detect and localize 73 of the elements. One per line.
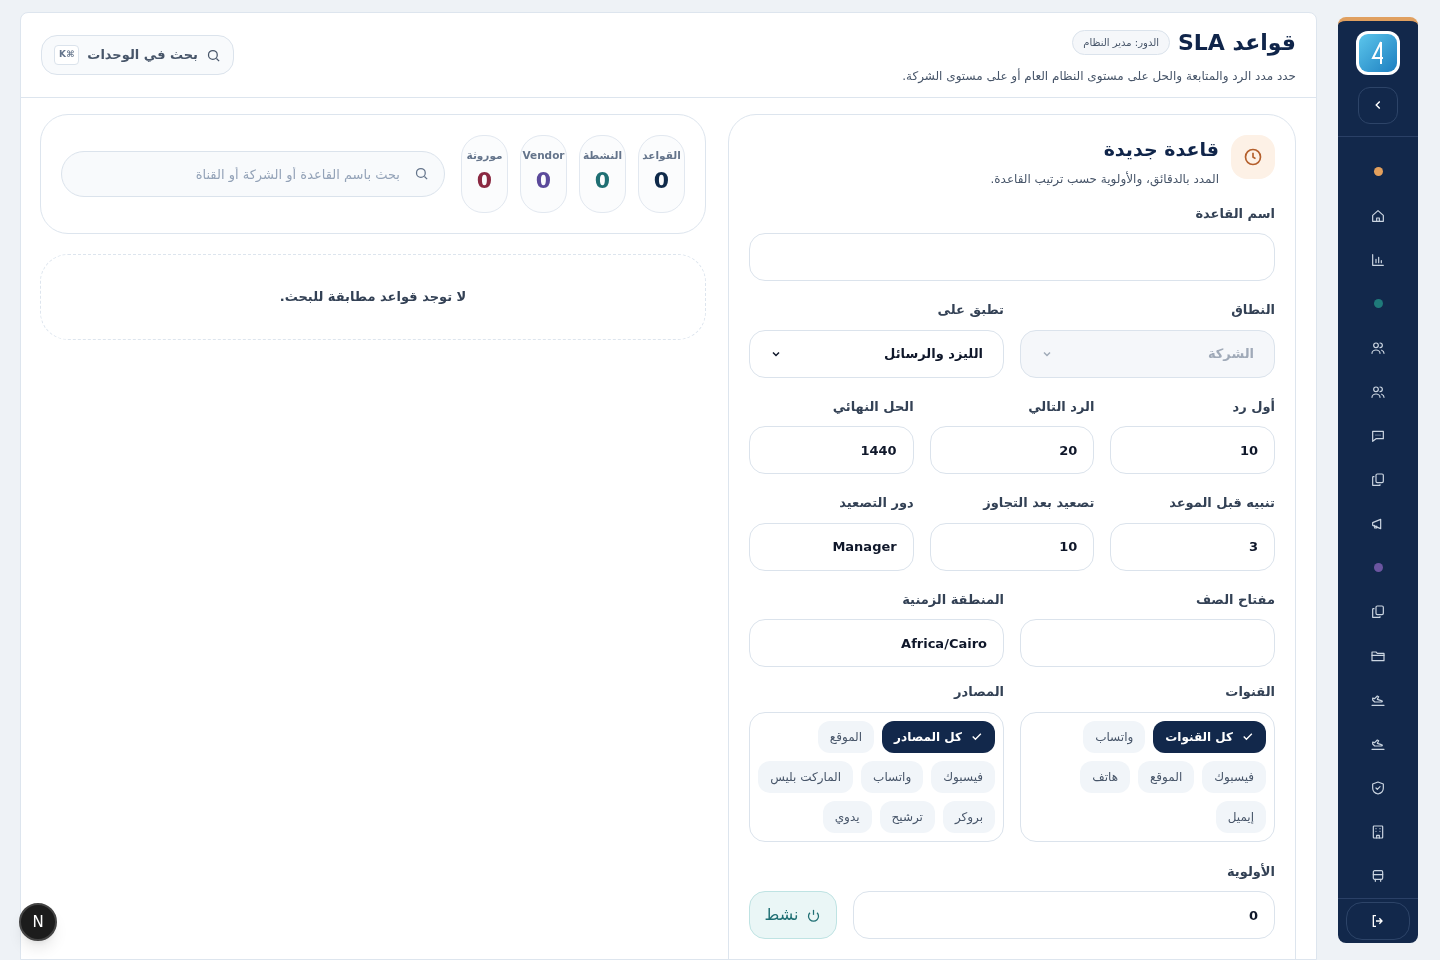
field-label: اسم القاعدة	[1194, 204, 1275, 223]
form-subtitle: المدد بالدقائق، والأولوية حسب ترتيب القاعدة.	[990, 170, 1219, 188]
field-label: تطبق على	[936, 301, 1004, 319]
form-title: قاعدة جديدة	[1102, 137, 1219, 162]
copy-icon	[1370, 603, 1386, 620]
home-icon	[1370, 207, 1386, 224]
select-field: الشركة	[1020, 329, 1275, 378]
field-label: النطاق	[1230, 301, 1275, 319]
filter-chip[interactable]: بروكر	[942, 800, 995, 833]
field-label: الحل النهائي	[831, 397, 914, 416]
field-label: الأولوية	[1226, 862, 1275, 881]
building-icon	[1370, 823, 1386, 840]
filter-chip[interactable]: الموقع	[1137, 760, 1195, 793]
stat-label: النشطة	[582, 148, 623, 163]
filter-chip[interactable]: يدوي	[822, 800, 872, 833]
input-field[interactable]: 1440	[749, 426, 914, 474]
copy-icon	[1370, 471, 1386, 488]
stat-label: موروثة	[466, 148, 503, 164]
clock-icon	[1231, 135, 1275, 179]
power-icon	[806, 907, 822, 923]
field-label: المصادر	[952, 683, 1004, 701]
filter-chip[interactable]: فيسبوك	[931, 760, 995, 793]
active-toggle-button[interactable]: نشط	[749, 891, 837, 939]
search-icon	[414, 166, 429, 181]
filter-chip[interactable]: كل المصادر	[882, 720, 995, 753]
field-label: المنطقة الزمنية	[901, 590, 1004, 609]
filter-chip[interactable]: كل القنوات	[1153, 720, 1266, 753]
input-field[interactable]	[749, 233, 1275, 281]
bus-icon	[1370, 867, 1386, 884]
filter-chip[interactable]: فيسبوك	[1202, 760, 1266, 793]
filter-chip[interactable]: واتساب	[861, 760, 924, 793]
page-subtitle: حدد مدد الرد والمتابعة والحل على مستوى النظام العام أو على مستوى الشركة.	[902, 67, 1296, 85]
stat-value: 0	[476, 169, 493, 192]
filter-chip[interactable]: واتساب	[1083, 720, 1146, 753]
page-title: قواعد SLA	[1177, 28, 1296, 58]
stat-value: 0	[653, 169, 670, 192]
input-field[interactable]: Africa/Cairo	[749, 619, 1004, 667]
shield-icon	[1370, 779, 1386, 796]
field-label: تصعيد بعد التجاوز	[981, 494, 1095, 512]
check-icon	[970, 730, 983, 743]
stat-value: 0	[594, 169, 611, 192]
users-icon	[1370, 339, 1386, 356]
filter-chip[interactable]: ترشيح	[879, 800, 935, 833]
select-field[interactable]: الليزد والرسائل	[749, 329, 1004, 378]
stat-value: 0	[535, 169, 552, 192]
empty-message: لا توجد قواعد مطابقة للبحث.	[279, 288, 467, 307]
stat-label: Vendor	[522, 148, 565, 163]
filter-chip[interactable]: الماركت بليس	[758, 760, 854, 793]
shortcut-key: K⌘	[54, 45, 80, 65]
filter-chip[interactable]: الموقع	[817, 720, 875, 753]
users-icon	[1370, 383, 1386, 400]
field-label: تنبيه قبل الموعد	[1168, 494, 1275, 512]
field-label: أول رد	[1231, 397, 1275, 416]
logo-icon	[1356, 31, 1400, 75]
logout-button[interactable]	[1346, 901, 1410, 940]
field-label: مفتاح الصف	[1194, 590, 1275, 609]
filter-chip[interactable]: هاتف	[1080, 760, 1130, 793]
input-field[interactable]: 20	[929, 426, 1095, 474]
field-label: دور التصعيد	[838, 494, 914, 512]
input-field[interactable]: 3	[1110, 522, 1275, 571]
input-field[interactable]: Manager	[749, 522, 914, 571]
field-label: الرد التالي	[1027, 397, 1095, 416]
bar-chart-icon	[1370, 251, 1386, 268]
search-icon	[205, 47, 221, 63]
input-field[interactable]: 10	[1110, 426, 1275, 474]
input-field[interactable]: 0	[853, 891, 1275, 939]
filter-chip[interactable]: إيميل	[1215, 800, 1266, 833]
input-field[interactable]: 10	[929, 522, 1095, 571]
input-field[interactable]	[1020, 619, 1275, 667]
field-label: القنوات	[1224, 683, 1275, 701]
check-icon	[1241, 730, 1254, 743]
role-badge: الدور: مدير النظام	[1072, 29, 1170, 55]
stat-label: القواعد	[642, 148, 681, 164]
